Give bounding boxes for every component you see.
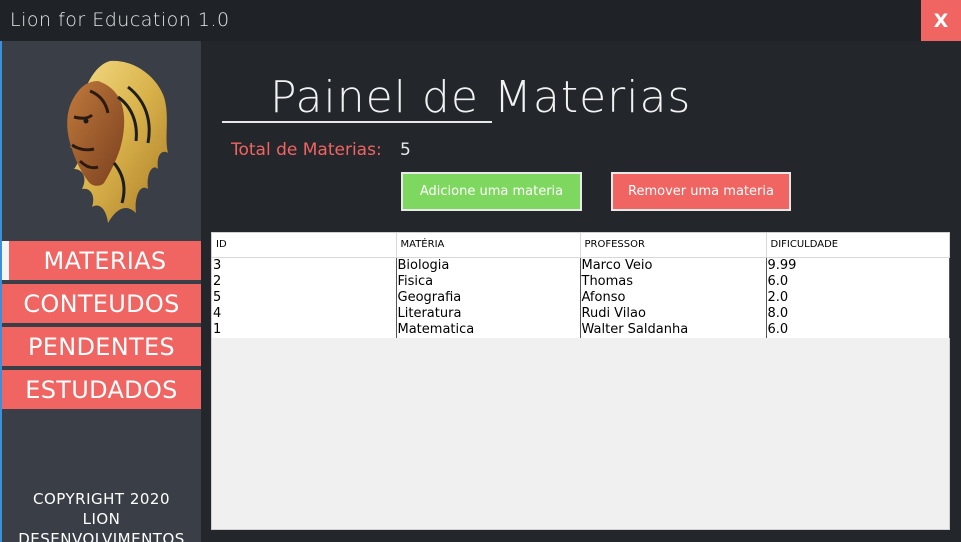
sidebar-item-conteudos[interactable]: CONTEUDOS <box>2 284 201 323</box>
column-header-materia[interactable]: MATÉRIA <box>396 233 581 258</box>
sidebar-item-pendentes[interactable]: PENDENTES <box>2 327 201 366</box>
column-header-id[interactable]: ID <box>212 233 397 258</box>
table-row[interactable]: 2 Fisica Thomas 6.0 <box>212 273 950 290</box>
cell-materia: Fisica <box>396 273 581 290</box>
cell-id: 2 <box>212 273 397 290</box>
copyright-line-2: LION DESENVOLVIMENTOS <box>18 510 185 542</box>
cell-materia: Matematica <box>396 321 581 338</box>
table-row[interactable]: 4 Literatura Rudi Vilao 8.0 <box>212 305 950 322</box>
add-materia-button[interactable]: Adicione uma materia <box>401 172 582 211</box>
page-title: Painel de Materias <box>270 72 692 123</box>
materias-table[interactable]: ID MATÉRIA PROFESSOR DIFICULDADE 3 Biolo… <box>211 232 950 530</box>
table-header-row: ID MATÉRIA PROFESSOR DIFICULDADE <box>212 233 950 258</box>
title-bar: Lion for Education 1.0 X <box>0 0 961 41</box>
title-underline <box>222 121 492 123</box>
total-value: 5 <box>400 140 411 160</box>
cell-professor: Afonso <box>580 289 767 306</box>
copyright-line-1: COPYRIGHT 2020 <box>32 490 170 508</box>
cell-materia: Literatura <box>396 305 581 322</box>
cell-professor: Walter Saldanha <box>580 321 767 338</box>
cell-id: 3 <box>212 257 397 274</box>
cell-professor: Rudi Vilao <box>580 305 767 322</box>
sidebar: MATERIAS CONTEUDOS PENDENTES ESTUDADOS C… <box>2 41 201 542</box>
cell-materia: Biologia <box>396 257 581 274</box>
remove-materia-button[interactable]: Remover uma materia <box>611 172 791 211</box>
cell-professor: Marco Veio <box>580 257 767 274</box>
app-title: Lion for Education 1.0 <box>10 9 230 31</box>
lion-logo <box>67 60 168 224</box>
cell-id: 5 <box>212 289 397 306</box>
copyright: COPYRIGHT 2020 LION DESENVOLVIMENTOS <box>2 489 201 542</box>
cell-professor: Thomas <box>580 273 767 290</box>
close-button[interactable]: X <box>921 0 961 41</box>
cell-dificuldade: 8.0 <box>766 305 950 322</box>
table-row[interactable]: 3 Biologia Marco Veio 9.99 <box>212 257 950 274</box>
cell-materia: Geografia <box>396 289 581 306</box>
sidebar-item-materias[interactable]: MATERIAS <box>2 241 201 280</box>
column-header-dificuldade[interactable]: DIFICULDADE <box>766 233 950 258</box>
column-header-professor[interactable]: PROFESSOR <box>580 233 767 258</box>
cell-dificuldade: 6.0 <box>766 273 950 290</box>
cell-dificuldade: 2.0 <box>766 289 950 306</box>
sidebar-item-estudados[interactable]: ESTUDADOS <box>2 370 201 409</box>
cell-id: 4 <box>212 305 397 322</box>
cell-dificuldade: 9.99 <box>766 257 950 274</box>
cell-dificuldade: 6.0 <box>766 321 950 338</box>
cell-id: 1 <box>212 321 397 338</box>
total-label: Total de Materias: <box>231 140 382 160</box>
table-row[interactable]: 5 Geografia Afonso 2.0 <box>212 289 950 306</box>
table-row[interactable]: 1 Matematica Walter Saldanha 6.0 <box>212 321 950 338</box>
